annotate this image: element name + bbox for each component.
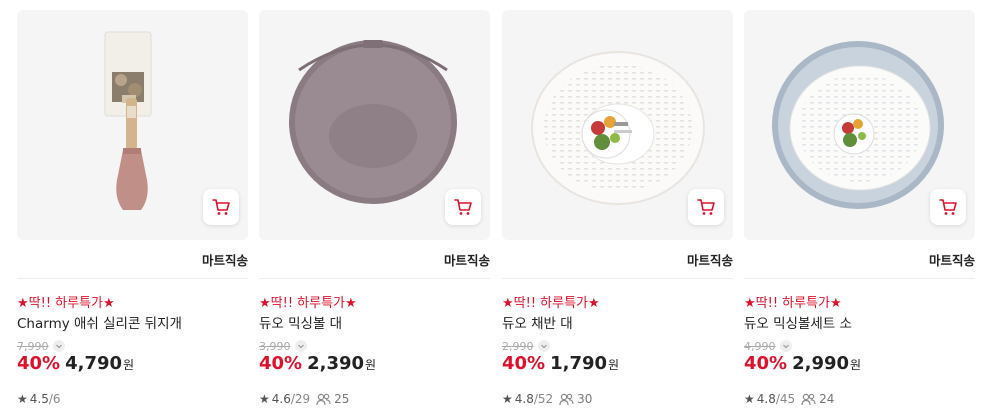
shopping-cart-icon: [697, 199, 715, 215]
shopping-cart-icon: [454, 199, 472, 215]
product-card[interactable]: 마트직송 ★딱!! 하루특가★ 듀오 믹싱볼 대 3,990 40% 2,390…: [259, 10, 490, 418]
sale-price: 1,790: [550, 353, 608, 374]
people-value: 24: [819, 392, 835, 406]
review-count: /6: [48, 392, 61, 406]
currency-label: 원: [608, 358, 620, 372]
rating-value: 4.6: [271, 392, 291, 406]
original-price: 3,990: [259, 339, 291, 353]
product-title[interactable]: Charmy 애쉬 실리콘 뒤지개: [17, 312, 182, 332]
product-title[interactable]: 듀오 믹싱볼세트 소: [744, 312, 852, 332]
people-icon: [801, 393, 816, 405]
product-card[interactable]: 마트직송 ★딱!! 하루특가★ Charmy 애쉬 실리콘 뒤지개 7,990 …: [17, 10, 248, 418]
chevron-down-icon[interactable]: [294, 340, 307, 352]
rating-row: ★ 4.8 /45 24: [744, 392, 834, 406]
promo-text: ★딱!! 하루특가★: [17, 296, 115, 311]
price-row: 40% 1,790 원: [502, 353, 619, 374]
people-count: 30: [559, 392, 592, 406]
product-card[interactable]: 마트직송 ★딱!! 하루특가★ 듀오 믹싱볼세트 소 4,990 40% 2,9…: [744, 10, 975, 418]
product-thumbnail[interactable]: [17, 10, 248, 240]
star-icon: ★: [17, 392, 28, 406]
rating-value: 4.8: [514, 392, 534, 406]
product-thumbnail[interactable]: [259, 10, 490, 240]
star-icon: ★: [744, 392, 755, 406]
people-count: 25: [316, 392, 349, 406]
seller-label: 마트직송: [443, 253, 490, 268]
product-thumbnail[interactable]: [744, 10, 975, 240]
star-icon: ★: [502, 392, 513, 406]
currency-label: 원: [850, 358, 862, 372]
add-to-cart-button[interactable]: [203, 189, 239, 225]
rating-row: ★ 4.8 /52 30: [502, 392, 592, 406]
original-price-row[interactable]: 2,990: [502, 339, 550, 353]
seller-label: 마트직송: [686, 253, 733, 268]
shopping-cart-icon: [939, 199, 957, 215]
currency-label: 원: [123, 358, 135, 372]
original-price: 4,990: [744, 339, 776, 353]
original-price: 2,990: [502, 339, 534, 353]
add-to-cart-button[interactable]: [445, 189, 481, 225]
product-card[interactable]: 마트직송 ★딱!! 하루특가★ 듀오 채반 대 2,990 40% 1,790 …: [502, 10, 733, 418]
review-count: /29: [290, 392, 311, 406]
divider: [259, 278, 490, 279]
people-value: 30: [577, 392, 593, 406]
seller-label: 마트직송: [928, 253, 975, 268]
price-row: 40% 2,990 원: [744, 353, 861, 374]
add-to-cart-button[interactable]: [930, 189, 966, 225]
star-icon: ★: [259, 392, 270, 406]
original-price-row[interactable]: 3,990: [259, 339, 307, 353]
product-title[interactable]: 듀오 채반 대: [502, 312, 573, 332]
currency-label: 원: [365, 358, 377, 372]
rating-value: 4.8: [756, 392, 776, 406]
people-icon: [316, 393, 331, 405]
discount-rate: 40%: [17, 353, 61, 374]
review-count: /52: [533, 392, 554, 406]
price-row: 40% 4,790 원: [17, 353, 134, 374]
original-price-row[interactable]: 4,990: [744, 339, 792, 353]
seller-label: 마트직송: [201, 253, 248, 268]
divider: [17, 278, 248, 279]
price-row: 40% 2,390 원: [259, 353, 376, 374]
sale-price: 2,390: [307, 353, 365, 374]
rating-row: ★ 4.5 /6: [17, 392, 61, 406]
divider: [502, 278, 733, 279]
chevron-down-icon[interactable]: [537, 340, 550, 352]
sale-price: 4,790: [65, 353, 123, 374]
review-count: /45: [775, 392, 796, 406]
product-thumbnail[interactable]: [502, 10, 733, 240]
add-to-cart-button[interactable]: [688, 189, 724, 225]
promo-text: ★딱!! 하루특가★: [744, 296, 842, 311]
divider: [744, 278, 975, 279]
people-value: 25: [334, 392, 350, 406]
chevron-down-icon[interactable]: [52, 340, 65, 352]
discount-rate: 40%: [744, 353, 788, 374]
shopping-cart-icon: [212, 199, 230, 215]
people-count: 24: [801, 392, 834, 406]
discount-rate: 40%: [502, 353, 546, 374]
original-price: 7,990: [17, 339, 49, 353]
promo-text: ★딱!! 하루특가★: [502, 296, 600, 311]
product-title[interactable]: 듀오 믹싱볼 대: [259, 312, 342, 332]
rating-value: 4.5: [29, 392, 49, 406]
rating-row: ★ 4.6 /29 25: [259, 392, 349, 406]
chevron-down-icon[interactable]: [779, 340, 792, 352]
sale-price: 2,990: [792, 353, 850, 374]
discount-rate: 40%: [259, 353, 303, 374]
promo-text: ★딱!! 하루특가★: [259, 296, 357, 311]
people-icon: [559, 393, 574, 405]
original-price-row[interactable]: 7,990: [17, 339, 65, 353]
